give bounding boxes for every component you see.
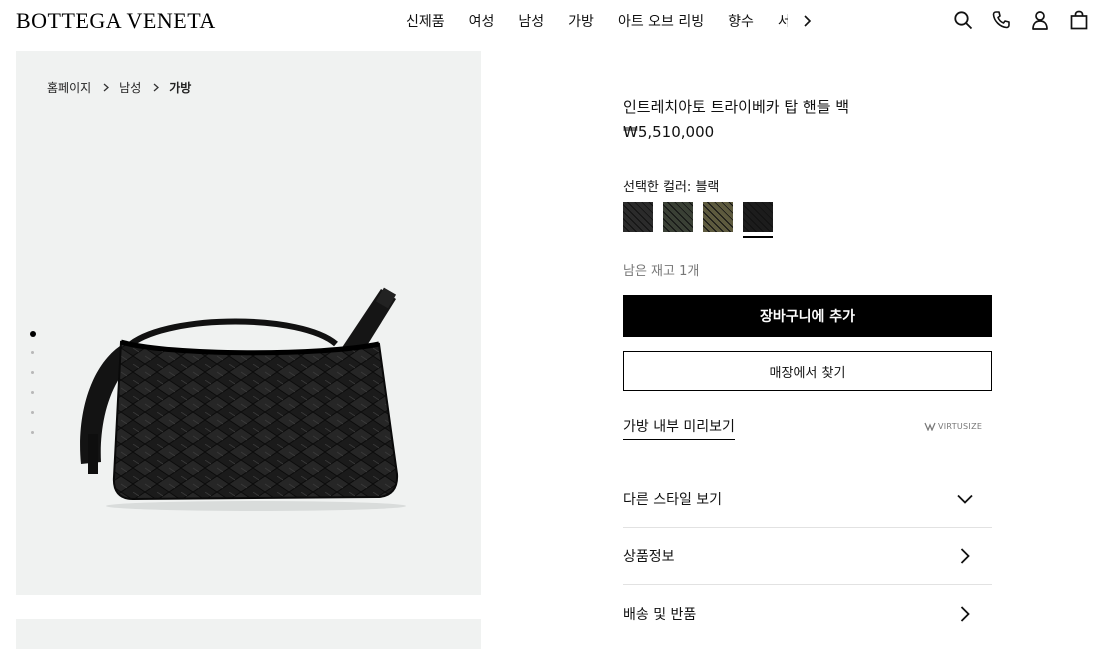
nav-item-women[interactable]: 여성 (469, 11, 495, 31)
chevron-down-icon (955, 489, 975, 509)
gallery-dot[interactable] (31, 431, 34, 434)
accordion-product-info[interactable]: 상품정보 (623, 528, 992, 585)
color-swatch[interactable] (623, 202, 653, 232)
color-swatch-selected[interactable] (743, 202, 773, 238)
chevron-right-icon (955, 546, 975, 566)
nav-item-men[interactable]: 남성 (518, 11, 544, 31)
accordion-label: 다른 스타일 보기 (623, 492, 723, 508)
virtusize-icon (924, 422, 936, 431)
nav-scroll-right-icon[interactable] (802, 15, 812, 27)
chevron-right-icon (153, 83, 160, 92)
breadcrumb-men[interactable]: 남성 (119, 79, 141, 96)
bag-interior-preview-link[interactable]: 가방 내부 미리보기 (623, 416, 735, 440)
stock-status: 남은 재고 1개 (623, 264, 700, 279)
nav-item-bags[interactable]: 가방 (568, 11, 594, 31)
product-gallery[interactable]: 홈페이지 남성 가방 (16, 51, 481, 595)
search-icon[interactable] (952, 9, 974, 31)
breadcrumb-current: 가방 (169, 81, 192, 95)
product-image (80, 287, 406, 511)
chevron-right-icon (103, 83, 110, 92)
gallery-dot[interactable] (31, 371, 34, 374)
color-swatch[interactable] (663, 202, 693, 232)
product-price: ₩5,510,000 (623, 123, 715, 141)
color-swatch[interactable] (703, 202, 733, 232)
accordion-shipping-returns[interactable]: 배송 및 반품 (623, 585, 992, 642)
gallery-dot[interactable] (31, 411, 34, 414)
breadcrumb: 홈페이지 남성 가방 (47, 79, 191, 96)
user-icon[interactable] (1029, 9, 1051, 31)
gallery-dot[interactable] (31, 351, 34, 354)
product-gallery-next[interactable] (16, 619, 481, 649)
virtusize-logo: VIRTUSIZE (924, 422, 982, 431)
gallery-dot[interactable] (31, 391, 34, 394)
chevron-right-icon (955, 604, 975, 624)
nav-item-new[interactable]: 신제품 (406, 11, 445, 31)
accordion-label: 배송 및 반품 (623, 606, 697, 623)
accordion-other-styles[interactable]: 다른 스타일 보기 (623, 471, 992, 528)
virtusize-label: VIRTUSIZE (938, 422, 983, 431)
nav-item-fragrance[interactable]: 향수 (728, 11, 754, 31)
phone-icon[interactable] (990, 9, 1012, 31)
add-to-cart-button[interactable]: 장바구니에 추가 (623, 295, 992, 337)
selected-color-label: 선택한 컬러: 블랙 (623, 180, 720, 195)
brand-logo[interactable]: BOTTEGA VENETA (16, 8, 216, 34)
color-swatches (623, 202, 783, 238)
shopping-bag-icon[interactable] (1068, 9, 1090, 31)
gallery-pagination (30, 331, 36, 451)
gallery-dot[interactable] (30, 331, 36, 337)
nav-item-art-of-living[interactable]: 아트 오브 리빙 (618, 11, 704, 31)
product-name: 인트레치아토 트라이베카 탑 핸들 백 (623, 98, 850, 116)
accordion-label: 상품정보 (623, 549, 675, 565)
find-in-store-button[interactable]: 매장에서 찾기 (623, 351, 992, 391)
breadcrumb-home[interactable]: 홈페이지 (47, 79, 91, 96)
main-nav: 신제품 여성 남성 가방 아트 오브 리빙 향수 서 (406, 11, 812, 31)
nav-item-clipped[interactable]: 서 (778, 11, 788, 31)
